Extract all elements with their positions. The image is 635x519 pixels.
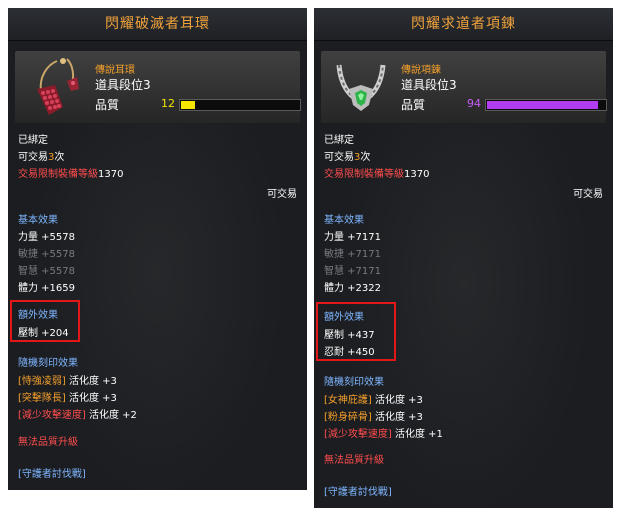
quality-label: 品質 (401, 98, 426, 112)
bound-status: 已綁定 (324, 135, 354, 146)
item-tier: 道具段位3 (401, 78, 457, 92)
engraving-row: [突擊隊長] 活化度 +3 (18, 393, 117, 404)
trade-level-limit: 交易限制裝備等級1370 (18, 169, 124, 180)
basic-effects-header: 基本效果 (18, 215, 58, 226)
engraving-row: [減少攻擊速度] 活化度 +1 (324, 429, 443, 440)
no-quality-upgrade: 無法品質升級 (324, 455, 384, 466)
extra-stat-endurance: 忍耐 +450 (324, 347, 375, 358)
stat-intelligence: 智慧 +7171 (324, 266, 382, 277)
tradable-status: 可交易 (267, 189, 297, 200)
extra-effects-header: 額外效果 (18, 310, 58, 321)
necklace-icon (329, 55, 393, 119)
extra-stat-suppress: 壓制 +437 (324, 330, 375, 341)
stat-vitality: 體力 +1659 (18, 283, 76, 294)
basic-effects-header: 基本效果 (324, 215, 364, 226)
bound-status: 已綁定 (18, 135, 48, 146)
item-tier: 道具段位3 (95, 78, 151, 92)
earring-tooltip: 閃耀破滅者耳環 傳說耳環 道具段位3 品質 12 已綁定 可交易3次 交易限制裝… (8, 8, 307, 490)
item-grade: 傳說耳環 (95, 65, 135, 76)
stat-strength: 力量 +7171 (324, 232, 382, 243)
stat-dexterity: 敏捷 +5578 (18, 249, 76, 260)
necklace-tooltip: 閃耀求道者項鍊 傳說項鍊 道具段位3 品質 94 已綁定 可交易3次 交易限制裝… (314, 8, 613, 508)
engraving-header: 隨機刻印效果 (18, 358, 78, 369)
item-title: 閃耀求道者項鍊 (314, 8, 613, 41)
item-grade: 傳說項鍊 (401, 65, 441, 76)
stat-dexterity: 敏捷 +7171 (324, 249, 382, 260)
quality-bar-fill (487, 101, 598, 109)
source-link[interactable]: [守護者討伐戰] (18, 465, 86, 480)
stat-intelligence: 智慧 +5578 (18, 266, 76, 277)
engraving-row: [恃強凌弱] 活化度 +3 (18, 376, 117, 387)
tradable-status: 可交易 (573, 189, 603, 200)
engraving-header: 隨機刻印效果 (324, 377, 384, 388)
quality-bar (485, 99, 607, 111)
trade-level-limit: 交易限制裝備等級1370 (324, 169, 430, 180)
engraving-row: [減少攻擊速度] 活化度 +2 (18, 410, 137, 421)
stat-strength: 力量 +5578 (18, 232, 76, 243)
quality-bar (179, 99, 301, 111)
quality-value: 94 (467, 97, 481, 110)
quality-bar-fill (181, 101, 195, 109)
no-quality-upgrade: 無法品質升級 (18, 437, 78, 448)
item-header-box: 傳說項鍊 道具段位3 品質 94 (321, 51, 607, 123)
trade-count: 可交易3次 (324, 152, 371, 163)
source-link[interactable]: [守護者討伐戰] (324, 483, 392, 498)
quality-value: 12 (161, 97, 175, 110)
item-header-box: 傳說耳環 道具段位3 品質 12 (15, 51, 301, 123)
extra-effects-header: 額外效果 (324, 312, 364, 323)
earring-icon (23, 55, 87, 119)
trade-count: 可交易3次 (18, 152, 65, 163)
engraving-row: [女神庇護] 活化度 +3 (324, 395, 423, 406)
stat-vitality: 體力 +2322 (324, 283, 382, 294)
extra-stat-suppress: 壓制 +204 (18, 328, 69, 339)
item-title: 閃耀破滅者耳環 (8, 8, 307, 41)
engraving-row: [粉身碎骨] 活化度 +3 (324, 412, 423, 423)
quality-label: 品質 (95, 98, 120, 112)
